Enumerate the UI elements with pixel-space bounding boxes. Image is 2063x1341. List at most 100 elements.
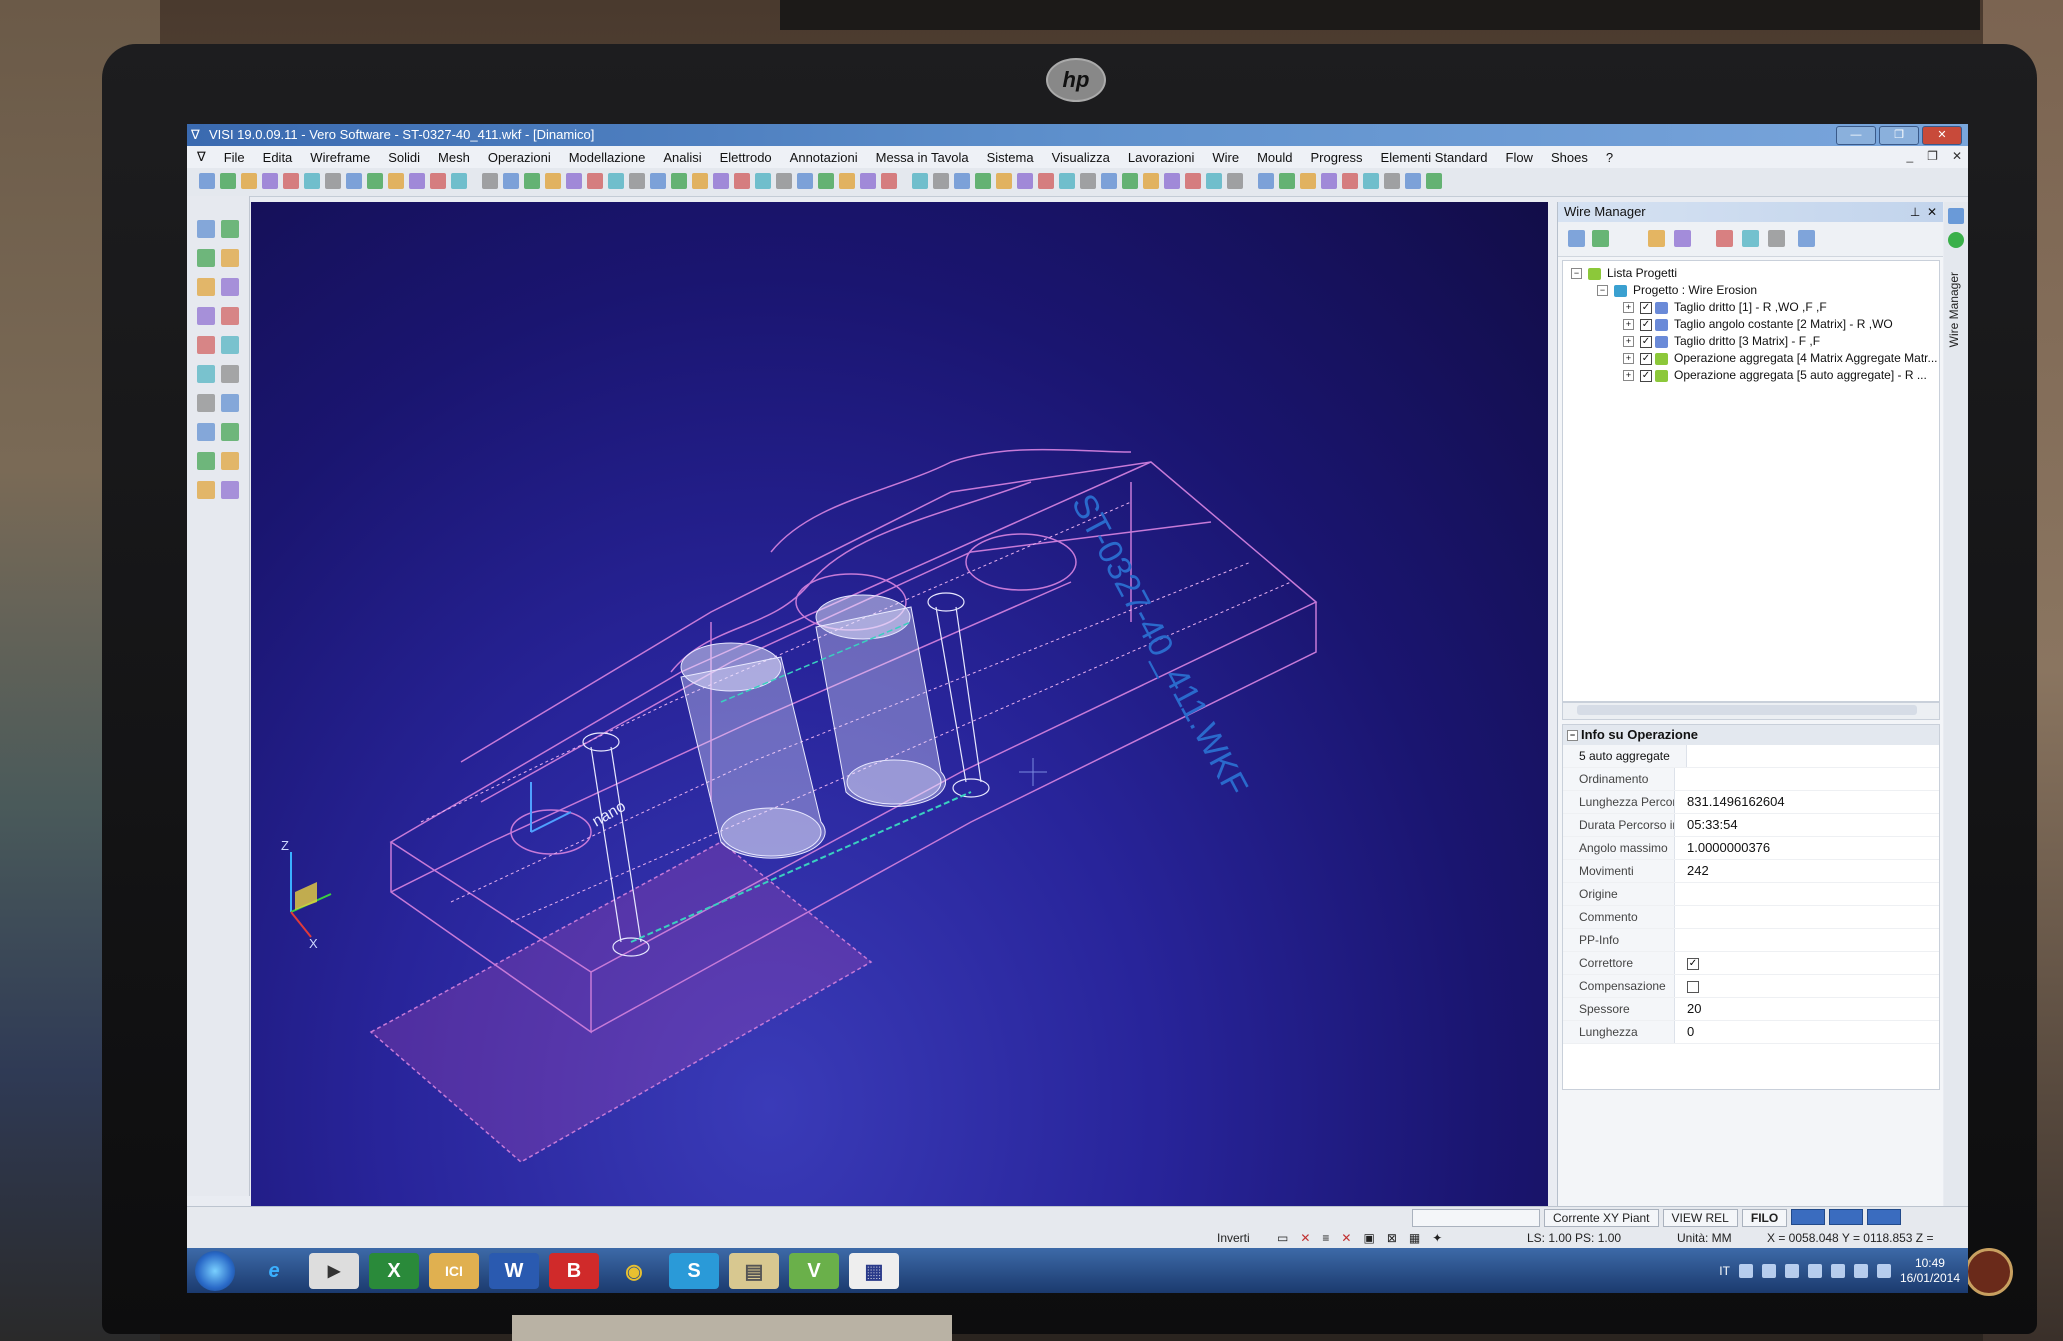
side-tool-icon[interactable] xyxy=(221,336,239,354)
progress-tab-icon[interactable] xyxy=(1948,232,1964,248)
toolbar-tool-icon[interactable] xyxy=(996,173,1012,189)
info-row[interactable]: Movimenti 242 xyxy=(1563,860,1939,883)
toolbar-tool-icon[interactable] xyxy=(975,173,991,189)
tray-icon[interactable] xyxy=(1784,1264,1799,1278)
menu-elettrodo[interactable]: Elettrodo xyxy=(720,150,772,165)
toolbar-tool-icon[interactable] xyxy=(1300,173,1316,189)
snap-icon[interactable]: ▭ xyxy=(1277,1229,1288,1247)
toolbar-tool-icon[interactable] xyxy=(262,173,278,189)
side-tool-icon[interactable] xyxy=(197,307,215,325)
toolbar-tool-icon[interactable] xyxy=(524,173,540,189)
toolbar-tool-icon[interactable] xyxy=(1101,173,1117,189)
toolbar-tool-icon[interactable] xyxy=(671,173,687,189)
toolbar-tool-icon[interactable] xyxy=(1038,173,1054,189)
grid-icon[interactable]: ▦ xyxy=(1409,1229,1420,1247)
toolbar-tool-icon[interactable] xyxy=(1279,173,1295,189)
side-tool-icon[interactable] xyxy=(197,481,215,499)
menu-progress[interactable]: Progress xyxy=(1311,150,1363,165)
pin-icon[interactable]: ⊥ xyxy=(1910,205,1920,219)
menu-flow[interactable]: Flow xyxy=(1506,150,1533,165)
inverti-label[interactable]: Inverti xyxy=(1217,1229,1250,1247)
tree-horizontal-scrollbar[interactable] xyxy=(1562,702,1940,720)
explorer-icon[interactable]: ▤ xyxy=(729,1253,779,1289)
side-tool-icon[interactable] xyxy=(221,394,239,412)
excel-icon[interactable]: X xyxy=(369,1253,419,1289)
tray-icon[interactable] xyxy=(1761,1264,1776,1278)
toolbar-tool-icon[interactable] xyxy=(860,173,876,189)
expand-icon[interactable]: + xyxy=(1623,353,1634,365)
command-input[interactable] xyxy=(1412,1209,1540,1227)
tree-node-operation[interactable]: + ✓ Taglio dritto [3 Matrix] - F ,F xyxy=(1623,333,1820,349)
menu-solidi[interactable]: Solidi xyxy=(388,150,420,165)
close-button[interactable]: ✕ xyxy=(1922,126,1962,145)
tray-icon[interactable] xyxy=(1738,1264,1753,1278)
collapse-icon[interactable]: − xyxy=(1567,730,1578,741)
panel-tool-icon[interactable] xyxy=(1742,230,1759,247)
operation-checkbox[interactable]: ✓ xyxy=(1640,318,1652,331)
menu-mesh[interactable]: Mesh xyxy=(438,150,470,165)
toolbar-tool-icon[interactable] xyxy=(241,173,257,189)
toolbar-tool-icon[interactable] xyxy=(304,173,320,189)
panel-tool-icon[interactable] xyxy=(1798,230,1815,247)
side-tool-icon[interactable] xyxy=(197,423,215,441)
menu-shoes[interactable]: Shoes xyxy=(1551,150,1588,165)
menu-messa-in-tavola[interactable]: Messa in Tavola xyxy=(876,150,969,165)
menu-lavorazioni[interactable]: Lavorazioni xyxy=(1128,150,1195,165)
toolbar-tool-icon[interactable] xyxy=(1363,173,1379,189)
ie-icon[interactable]: e xyxy=(249,1253,299,1289)
start-button[interactable] xyxy=(195,1251,235,1291)
toolbar-tool-icon[interactable] xyxy=(629,173,645,189)
chrome-icon[interactable]: ◉ xyxy=(609,1253,659,1289)
toolbar-tool-icon[interactable] xyxy=(713,173,729,189)
mdi-close-button[interactable]: ✕ xyxy=(1952,149,1962,163)
toolbar-tool-icon[interactable] xyxy=(482,173,498,189)
layer-indicator[interactable] xyxy=(1867,1209,1902,1225)
layer-indicator[interactable] xyxy=(1791,1209,1826,1225)
operation-checkbox[interactable]: ✓ xyxy=(1640,352,1652,365)
side-tool-icon[interactable] xyxy=(197,452,215,470)
toolbar-tool-icon[interactable] xyxy=(734,173,750,189)
info-value[interactable]: 0 xyxy=(1687,1021,1694,1043)
compensazione-checkbox[interactable] xyxy=(1687,981,1699,993)
side-tool-icon[interactable] xyxy=(197,365,215,383)
toolbar-tool-icon[interactable] xyxy=(587,173,603,189)
toolbar-tool-icon[interactable] xyxy=(388,173,404,189)
side-tool-icon[interactable] xyxy=(221,278,239,296)
toolbar-tool-icon[interactable] xyxy=(1080,173,1096,189)
toolbar-tool-icon[interactable] xyxy=(346,173,362,189)
menu-file[interactable]: File xyxy=(224,150,245,165)
info-value[interactable]: 05:33:54 xyxy=(1687,814,1738,836)
menu-sistema[interactable]: Sistema xyxy=(987,150,1034,165)
menu-visualizza[interactable]: Visualizza xyxy=(1052,150,1110,165)
correttore-checkbox[interactable]: ✓ xyxy=(1687,958,1699,970)
side-tool-icon[interactable] xyxy=(197,220,215,238)
menu-operazioni[interactable]: Operazioni xyxy=(488,150,551,165)
toolbar-tool-icon[interactable] xyxy=(451,173,467,189)
toolbar-tool-icon[interactable] xyxy=(1017,173,1033,189)
panel-tool-icon[interactable] xyxy=(1716,230,1733,247)
info-value[interactable]: 1.0000000376 xyxy=(1687,837,1770,859)
menu-analisi[interactable]: Analisi xyxy=(663,150,701,165)
layer-indicator[interactable] xyxy=(1829,1209,1864,1225)
filo-field[interactable]: FILO xyxy=(1741,1209,1788,1227)
info-row[interactable]: Ordinamento xyxy=(1563,768,1939,791)
panel-tool-icon[interactable] xyxy=(1592,230,1609,247)
tree-node-root[interactable]: − Lista Progetti xyxy=(1571,265,1677,281)
menu-icon[interactable]: ∇ xyxy=(197,149,206,165)
current-plane-field[interactable]: Corrente XY Piant xyxy=(1544,1209,1659,1227)
toolbar-tool-icon[interactable] xyxy=(797,173,813,189)
toolbar-tool-icon[interactable] xyxy=(1426,173,1442,189)
side-tool-icon[interactable] xyxy=(197,394,215,412)
mdi-restore-button[interactable]: ❐ xyxy=(1927,149,1938,163)
clock[interactable]: 10:49 16/01/2014 xyxy=(1900,1256,1960,1286)
tree-node-operation[interactable]: + ✓ Taglio dritto [1] - R ,WO ,F ,F xyxy=(1623,299,1827,315)
toolbar-tool-icon[interactable] xyxy=(608,173,624,189)
panel-close-icon[interactable]: ✕ xyxy=(1927,205,1937,219)
panel-tool-icon[interactable] xyxy=(1674,230,1691,247)
toolbar-tool-icon[interactable] xyxy=(1059,173,1075,189)
side-tool-icon[interactable] xyxy=(221,452,239,470)
toolbar-tool-icon[interactable] xyxy=(1122,173,1138,189)
tree-node-operation[interactable]: + ✓ Taglio angolo costante [2 Matrix] - R … xyxy=(1623,316,1893,332)
toolbar-tool-icon[interactable] xyxy=(1143,173,1159,189)
toolbar-tool-icon[interactable] xyxy=(1206,173,1222,189)
